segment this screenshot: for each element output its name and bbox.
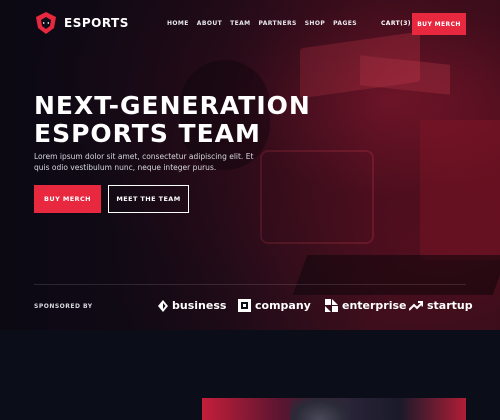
team-image-player: [290, 398, 350, 420]
sponsor-label: startup: [427, 299, 473, 312]
meet-the-team-button[interactable]: MEET THE TEAM: [108, 185, 189, 213]
sponsor-label: company: [255, 299, 311, 312]
nav-item-pages[interactable]: PAGES: [333, 20, 357, 27]
sponsor-business[interactable]: business: [158, 299, 226, 312]
nav-item-about[interactable]: ABOUT: [197, 20, 222, 27]
hero-title: NEXT-GENERATION ESPORTS TEAM: [34, 92, 311, 148]
nav-item-team[interactable]: TEAM: [230, 20, 250, 27]
nav-item-home[interactable]: HOME: [167, 20, 189, 27]
hero-title-line2: ESPORTS TEAM: [34, 119, 261, 148]
top-navigation: ESPORTS HOME ABOUT TEAM PARTNERS SHOP PA…: [0, 0, 500, 48]
sponsor-label: enterprise: [342, 299, 407, 312]
cart-link[interactable]: CART(3): [381, 20, 411, 27]
sponsor-label: business: [172, 299, 227, 312]
sponsor-startup[interactable]: startup: [409, 299, 473, 312]
nav-buy-merch-button[interactable]: BUY MERCH: [412, 13, 466, 35]
square-logo-icon: [238, 299, 251, 312]
nav-item-partners[interactable]: PARTNERS: [259, 20, 297, 27]
brand-name[interactable]: ESPORTS: [64, 16, 129, 30]
sponsor-divider: [34, 284, 466, 285]
trend-arrow-icon: [409, 300, 423, 311]
sponsor-enterprise[interactable]: enterprise: [325, 299, 407, 312]
diamond-icon: [158, 299, 168, 312]
sponsor-company[interactable]: company: [238, 299, 311, 312]
hero-subtitle: Lorem ipsum dolor sit amet, consectetur …: [34, 152, 254, 172]
hero-title-line1: NEXT-GENERATION: [34, 91, 311, 120]
buy-merch-button[interactable]: BUY MERCH: [34, 185, 101, 213]
esports-logo-icon[interactable]: [34, 11, 58, 35]
main-menu: HOME ABOUT TEAM PARTNERS SHOP PAGES: [167, 20, 357, 27]
nav-item-shop[interactable]: SHOP: [305, 20, 325, 27]
grid-logo-icon: [325, 299, 338, 312]
sponsored-by-label: SPONSORED BY: [34, 303, 93, 310]
